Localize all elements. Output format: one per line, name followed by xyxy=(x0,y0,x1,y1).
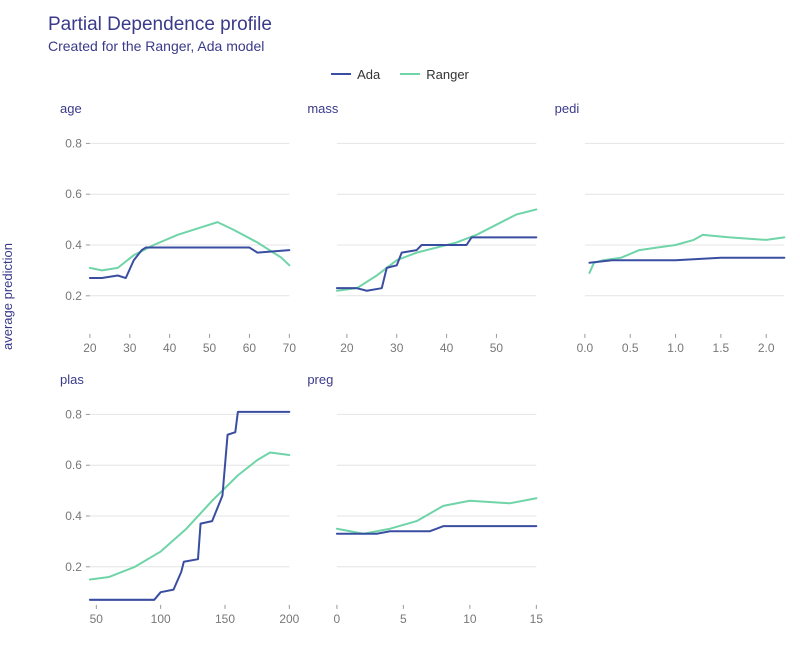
svg-text:1.5: 1.5 xyxy=(712,341,729,355)
svg-text:50: 50 xyxy=(90,612,104,626)
panel-plot: 0.2 0.4 0.6 0.8 20 30 40 50 60 70 xyxy=(50,95,295,364)
svg-text:0.2: 0.2 xyxy=(65,560,82,574)
svg-text:20: 20 xyxy=(83,341,97,355)
chart-subtitle: Created for the Ranger, Ada model xyxy=(48,38,264,54)
legend-item-ada: Ada xyxy=(331,67,380,82)
svg-text:10: 10 xyxy=(464,612,478,626)
svg-text:0.4: 0.4 xyxy=(65,509,82,523)
series-ranger xyxy=(337,209,536,290)
svg-text:0.8: 0.8 xyxy=(65,136,82,150)
svg-text:0.6: 0.6 xyxy=(65,187,82,201)
svg-text:60: 60 xyxy=(243,341,257,355)
svg-text:0.2: 0.2 xyxy=(65,289,82,303)
svg-text:50: 50 xyxy=(490,341,504,355)
panel-preg: preg051015 xyxy=(297,366,542,635)
panel-plot: 0.20.40.60.850100150200 xyxy=(50,366,295,635)
svg-text:40: 40 xyxy=(440,341,454,355)
legend-label: Ranger xyxy=(426,67,469,82)
series-ada xyxy=(90,248,289,278)
svg-text:15: 15 xyxy=(530,612,544,626)
svg-text:30: 30 xyxy=(123,341,137,355)
svg-text:0.0: 0.0 xyxy=(576,341,593,355)
series-ranger xyxy=(90,222,289,270)
svg-text:0: 0 xyxy=(334,612,341,626)
panel-plot: 0.0 0.5 1.0 1.5 2.0 xyxy=(545,95,790,364)
panel-pedi: pedi0.00.51.01.52.0 xyxy=(545,95,790,364)
panel-plot: 0 5 10 15 xyxy=(297,366,542,635)
svg-text:150: 150 xyxy=(215,612,235,626)
svg-text:2.0: 2.0 xyxy=(758,341,775,355)
chart-title: Partial Dependence profile xyxy=(48,14,272,36)
svg-text:40: 40 xyxy=(163,341,177,355)
svg-text:1.0: 1.0 xyxy=(667,341,684,355)
svg-text:30: 30 xyxy=(390,341,404,355)
legend-swatch xyxy=(400,73,420,75)
svg-text:0.6: 0.6 xyxy=(65,458,82,472)
legend-swatch xyxy=(331,73,351,75)
svg-text:0.4: 0.4 xyxy=(65,238,82,252)
panel-plot: 20 30 40 50 xyxy=(297,95,542,364)
panel-mass: mass20304050 xyxy=(297,95,542,364)
svg-text:70: 70 xyxy=(283,341,297,355)
legend-label: Ada xyxy=(357,67,380,82)
panels-grid: age0.20.40.60.8203040506070mass20304050p… xyxy=(50,95,790,635)
svg-text:100: 100 xyxy=(151,612,171,626)
legend-item-ranger: Ranger xyxy=(400,67,469,82)
y-axis-label: average prediction xyxy=(0,243,15,350)
svg-text:0.5: 0.5 xyxy=(622,341,639,355)
svg-text:5: 5 xyxy=(400,612,407,626)
series-ada xyxy=(90,412,289,600)
panel-plas: plas0.20.40.60.850100150200 xyxy=(50,366,295,635)
series-ranger xyxy=(589,235,784,273)
legend: Ada Ranger xyxy=(0,62,800,82)
svg-text:0.8: 0.8 xyxy=(65,407,82,421)
svg-text:50: 50 xyxy=(203,341,217,355)
svg-text:20: 20 xyxy=(341,341,355,355)
panel-age: age0.20.40.60.8203040506070 xyxy=(50,95,295,364)
